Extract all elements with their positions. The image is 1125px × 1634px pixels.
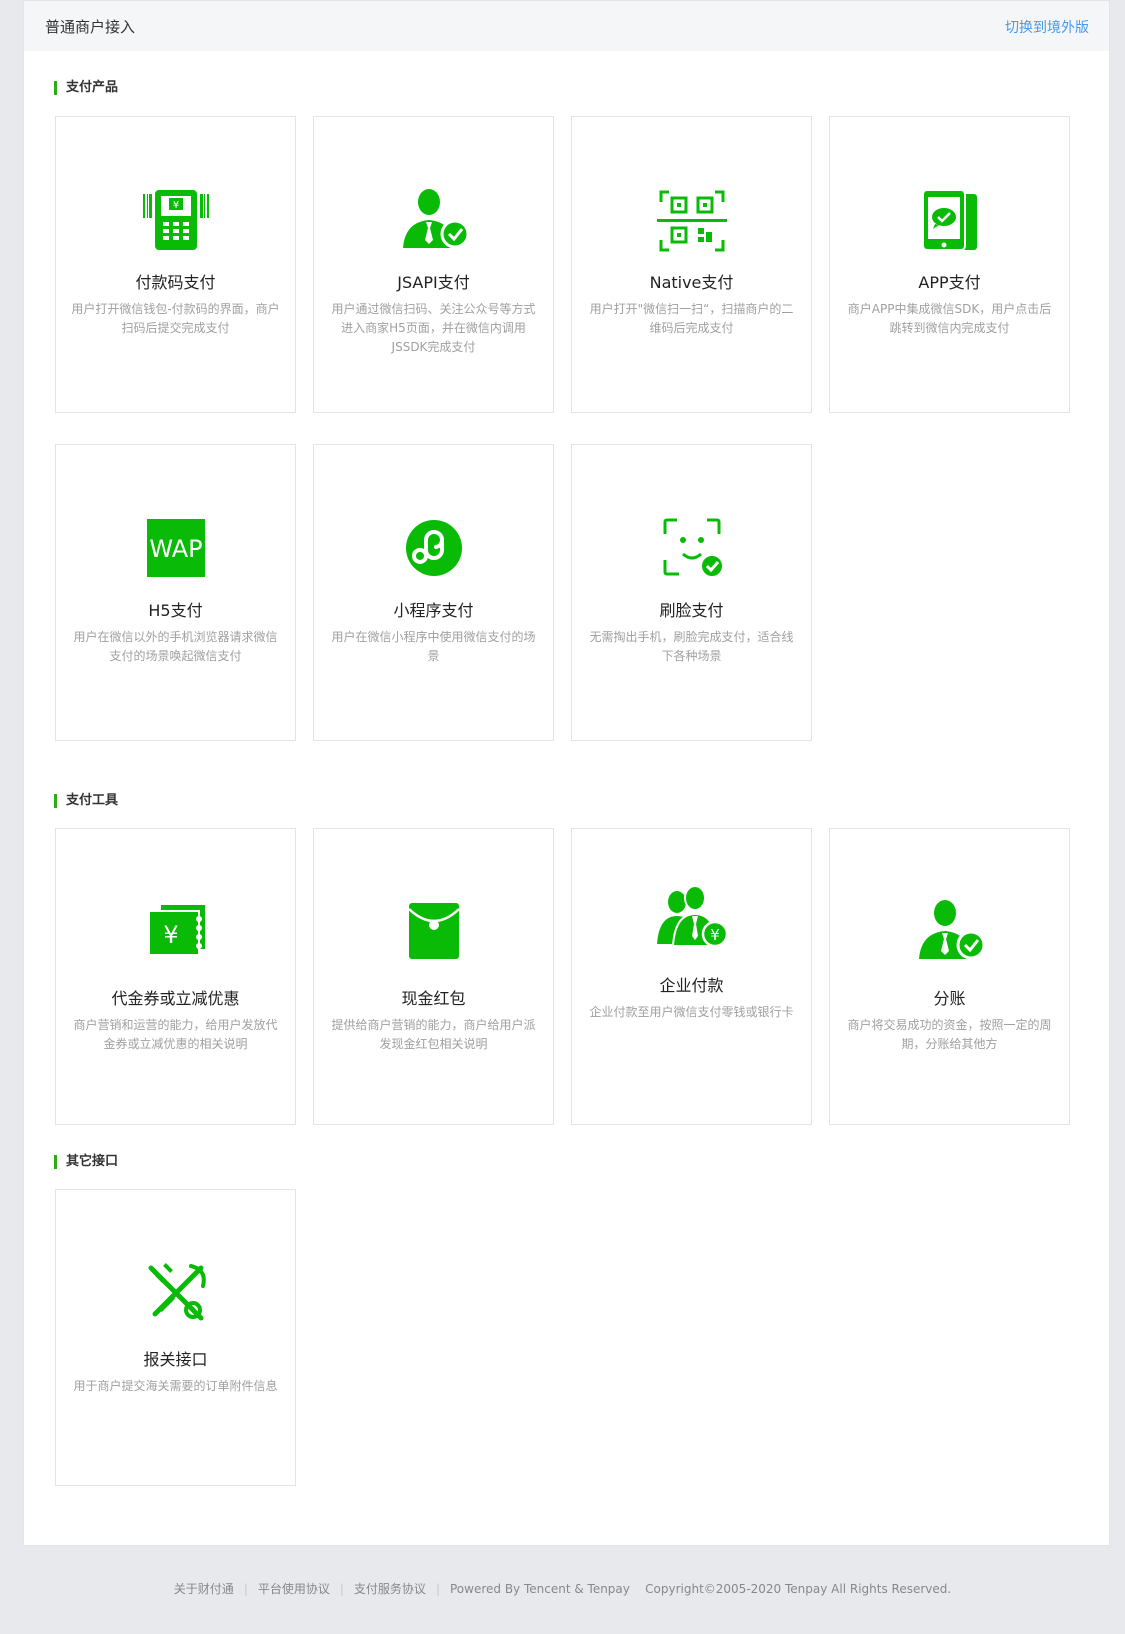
coupon-icon: ¥	[147, 905, 205, 956]
top-bar: 普通商户接入 切换到境外版	[24, 1, 1109, 51]
section-title-other-apis: 其它接口	[54, 1155, 118, 1169]
card-app[interactable]: APP支付 商户APP中集成微信SDK，用户点击后跳转到微信内完成支付	[829, 116, 1070, 413]
payment-code-terminal-icon: ¥	[142, 190, 209, 250]
card-payment-code[interactable]: ¥ 付款码支付 用户打开微信钱包-付款码的界面，商户扫码后提交完成支付	[55, 116, 296, 413]
mini-program-icon	[405, 520, 462, 576]
footer-powered-by: Powered By Tencent & Tenpay	[449, 1582, 630, 1596]
footer-link-about[interactable]: 关于财付通	[174, 1582, 234, 1596]
card-title: Native支付	[649, 273, 734, 292]
card-face-pay[interactable]: 刷脸支付 无需掏出手机，刷脸完成支付，适合线下各种场景	[571, 444, 812, 741]
card-description: 无需掏出手机，刷脸完成支付，适合线下各种场景	[589, 630, 794, 663]
page-title: 普通商户接入	[45, 18, 136, 36]
footer-link-platform-agreement[interactable]: 平台使用协议	[258, 1582, 330, 1596]
card-description: 用户打开"微信扫一扫“，扫描商户的二维码后完成支付	[589, 302, 794, 335]
footer-separator: |	[243, 1582, 248, 1596]
svg-text:¥: ¥	[163, 921, 178, 949]
card-enterprise-payment[interactable]: ¥ 企业付款 企业付款至用户微信支付零钱或银行卡	[571, 828, 812, 1125]
card-title: 现金红包	[401, 989, 466, 1008]
section-title-payment-products: 支付产品	[54, 81, 118, 95]
card-description: 商户营销和运营的能力，给用户发放代金券或立减优惠的相关说明	[73, 1018, 278, 1051]
card-description: 提供给商户营销的能力，商户给用户派发现金红包相关说明	[331, 1018, 536, 1051]
section-title-payment-tools: 支付工具	[54, 794, 118, 808]
card-mini-program[interactable]: 小程序支付 用户在微信小程序中使用微信支付的场景	[313, 444, 554, 741]
profit-sharing-icon	[918, 900, 985, 960]
card-description: 用于商户提交海关需要的订单附件信息	[73, 1379, 278, 1393]
switch-overseas-link[interactable]: 切换到境外版	[1005, 17, 1089, 37]
card-title: H5支付	[148, 601, 203, 620]
card-h5[interactable]: WAP H5支付 用户在微信以外的手机浏览器请求微信支付的场景唤起微信支付	[55, 444, 296, 741]
card-title: APP支付	[918, 273, 981, 292]
card-title: 代金券或立减优惠	[111, 989, 240, 1008]
card-title: 小程序支付	[393, 601, 474, 620]
main-panel: 普通商户接入 切换到境外版 支付产品 支付工具 其它接口 ¥ 付款码支付 用户打…	[23, 0, 1110, 1546]
card-title: 分账	[933, 989, 966, 1008]
mobile-app-icon	[921, 189, 977, 251]
card-customs-declaration[interactable]: 报关接口 用于商户提交海关需要的订单附件信息	[55, 1189, 296, 1486]
footer-separator: |	[339, 1582, 344, 1596]
card-title: 刷脸支付	[659, 601, 724, 620]
card-red-packet[interactable]: 现金红包 提供给商户营销的能力，商户给用户派发现金红包相关说明	[313, 828, 554, 1125]
svg-text:WAP: WAP	[149, 535, 202, 563]
svg-text:¥: ¥	[710, 926, 720, 944]
user-check-icon	[402, 189, 469, 249]
card-description: 企业付款至用户微信支付零钱或银行卡	[589, 1005, 794, 1019]
red-packet-icon	[407, 903, 460, 959]
card-title: 报关接口	[143, 1350, 208, 1369]
card-title: JSAPI支付	[397, 273, 470, 292]
card-description: 用户在微信小程序中使用微信支付的场景	[331, 630, 536, 663]
customs-declaration-icon	[148, 1263, 206, 1321]
footer-copyright: Copyright©2005-2020 Tenpay All Rights Re…	[645, 1582, 952, 1596]
card-title: 付款码支付	[135, 273, 216, 292]
card-jsapi[interactable]: JSAPI支付 用户通过微信扫码、关注公众号等方式进入商家H5页面，并在微信内调…	[313, 116, 554, 413]
card-title: 企业付款	[659, 976, 724, 995]
card-description: 商户APP中集成微信SDK，用户点击后跳转到微信内完成支付	[847, 302, 1052, 335]
wap-icon: WAP	[146, 519, 205, 577]
enterprise-payment-icon: ¥	[656, 886, 727, 948]
card-description: 用户在微信以外的手机浏览器请求微信支付的场景唤起微信支付	[73, 630, 278, 663]
card-native[interactable]: Native支付 用户打开"微信扫一扫“，扫描商户的二维码后完成支付	[571, 116, 812, 413]
face-pay-icon	[663, 518, 724, 578]
svg-text:¥: ¥	[172, 200, 178, 211]
footer: 关于财付通 | 平台使用协议 | 支付服务协议 | Powered By Tencent &…	[0, 1580, 1125, 1597]
footer-separator: |	[435, 1582, 440, 1596]
card-coupon[interactable]: ¥ 代金券或立减优惠 商户营销和运营的能力，给用户发放代金券或立减优惠的相关说明	[55, 828, 296, 1125]
card-description: 用户通过微信扫码、关注公众号等方式进入商家H5页面，并在微信内调用JSSDK完成…	[331, 302, 536, 354]
card-profit-sharing[interactable]: 分账 商户将交易成功的资金，按照一定的周期，分账给其他方	[829, 828, 1070, 1125]
card-description: 用户打开微信钱包-付款码的界面，商户扫码后提交完成支付	[71, 302, 280, 335]
qr-scan-icon	[656, 190, 727, 252]
footer-link-service-agreement[interactable]: 支付服务协议	[354, 1582, 426, 1596]
card-description: 商户将交易成功的资金，按照一定的周期，分账给其他方	[847, 1018, 1052, 1051]
